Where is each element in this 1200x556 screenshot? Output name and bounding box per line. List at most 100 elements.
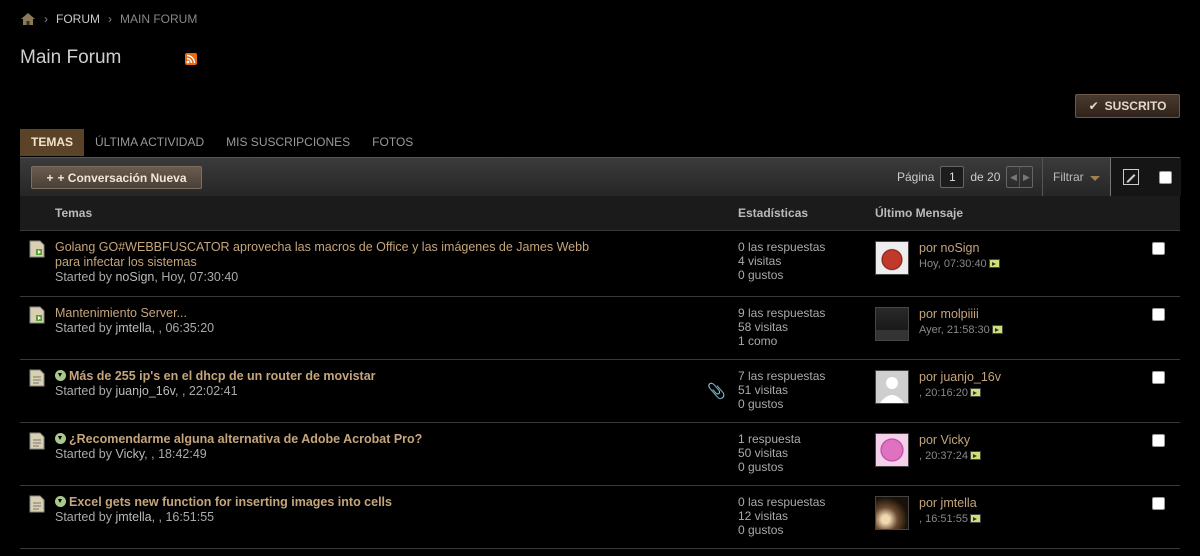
row-checkbox[interactable]	[1152, 242, 1165, 255]
last-message-author[interactable]: por molpiiii	[919, 306, 1003, 322]
last-message-author[interactable]: por noSign	[919, 240, 1000, 256]
filter-label: Filtrar	[1053, 170, 1084, 184]
topic-author[interactable]: jmtella	[115, 321, 151, 335]
topic-author[interactable]: juanjo_16v	[115, 384, 175, 398]
thread-icon	[29, 495, 45, 513]
page-title: Main Forum	[20, 47, 122, 68]
select-all-checkbox[interactable]	[1159, 171, 1172, 184]
topic-stats: 0 las respuestas 12 visitas 0 gustos	[738, 495, 826, 537]
breadcrumb-forum[interactable]: FORUM	[56, 12, 100, 26]
table-row: Mantenimiento Server... Started by jmtel…	[20, 297, 1180, 360]
tab-mis-suscripciones[interactable]: MIS SUSCRIPCIONES	[215, 129, 361, 156]
tab-bar: TEMAS ÚLTIMA ACTIVIDAD MIS SUSCRIPCIONES…	[20, 129, 424, 156]
table-header: Temas Estadísticas Último Mensaje	[20, 196, 1180, 231]
last-message: por Vicky , 20:37:24	[919, 432, 981, 464]
pagination: Página 1 de 20 ◀ ▶	[897, 166, 1034, 188]
new-post-icon	[29, 306, 45, 324]
last-message-author[interactable]: por Vicky	[919, 432, 981, 448]
new-post-icon	[29, 240, 45, 258]
avatar[interactable]	[875, 496, 909, 530]
last-message: por juanjo_16v , 20:16:20	[919, 369, 1001, 401]
topic-cell: Excel gets new function for inserting im…	[55, 495, 615, 525]
subscribed-label: SUSCRITO	[1104, 99, 1167, 113]
column-topics: Temas	[55, 206, 93, 220]
avatar[interactable]	[875, 241, 909, 275]
go-to-last-post-icon[interactable]	[969, 514, 981, 523]
row-checkbox[interactable]	[1152, 497, 1165, 510]
last-message: por noSign Hoy, 07:30:40	[919, 240, 1000, 272]
plus-icon: +	[46, 170, 54, 185]
last-message-author[interactable]: por juanjo_16v	[919, 369, 1001, 385]
prev-page-icon[interactable]: ◀	[1007, 167, 1019, 187]
avatar[interactable]	[875, 370, 909, 404]
topic-cell: ¿Recomendarme alguna alternativa de Adob…	[55, 432, 615, 462]
topic-started: Started by juanjo_16v, , 22:02:41	[55, 384, 238, 398]
topic-cell: Más de 255 ip's en el dhcp de un router …	[55, 369, 615, 399]
row-checkbox[interactable]	[1152, 434, 1165, 447]
avatar[interactable]	[875, 433, 909, 467]
tab-fotos[interactable]: FOTOS	[361, 129, 424, 156]
thread-icon	[29, 369, 45, 387]
table-row: ¿Recomendarme alguna alternativa de Adob…	[20, 423, 1180, 486]
last-message-time: , 20:16:20	[919, 387, 968, 399]
topic-author[interactable]: noSign	[115, 270, 154, 284]
last-message-time: , 20:37:24	[919, 450, 968, 462]
new-conversation-button[interactable]: + + Conversación Nueva	[31, 166, 202, 189]
avatar[interactable]	[875, 307, 909, 341]
topic-author[interactable]: jmtella	[115, 510, 151, 524]
topic-title[interactable]: Golang GO#WEBBFUSCATOR aprovecha las mac…	[55, 240, 615, 270]
row-checkbox[interactable]	[1152, 308, 1165, 321]
tab-ultima-actividad[interactable]: ÚLTIMA ACTIVIDAD	[84, 129, 215, 156]
page-input[interactable]: 1	[940, 166, 965, 188]
edit-controls	[1110, 158, 1181, 196]
last-message-author[interactable]: por jmtella	[919, 495, 981, 511]
unread-arrow-icon[interactable]	[55, 370, 66, 381]
thread-icon	[29, 432, 45, 450]
unread-arrow-icon[interactable]	[55, 433, 66, 444]
go-to-last-post-icon[interactable]	[988, 259, 1000, 268]
topic-title[interactable]: Excel gets new function for inserting im…	[55, 495, 615, 510]
subscribed-button[interactable]: ✔ SUSCRITO	[1075, 94, 1180, 118]
tab-temas[interactable]: TEMAS	[20, 129, 84, 156]
go-to-last-post-icon[interactable]	[969, 388, 981, 397]
topic-started: Started by Vicky, , 18:42:49	[55, 447, 207, 461]
go-to-last-post-icon[interactable]	[969, 451, 981, 460]
topic-stats: 0 las respuestas 4 visitas 0 gustos	[738, 240, 826, 282]
table-row: Excel gets new function for inserting im…	[20, 486, 1180, 549]
topic-toolbar: + + Conversación Nueva Página 1 de 20 ◀ …	[20, 157, 1181, 196]
attachment-icon: 📎	[707, 383, 726, 400]
last-message-time: Hoy, 07:30:40	[919, 258, 987, 270]
page-label: Página	[897, 170, 935, 184]
topic-started: Started by jmtella, , 06:35:20	[55, 321, 215, 335]
topic-stats: 7 las respuestas 51 visitas 0 gustos	[738, 369, 826, 411]
new-conversation-label: + Conversación Nueva	[57, 170, 187, 185]
home-icon[interactable]	[20, 11, 36, 27]
topic-title[interactable]: Mantenimiento Server...	[55, 306, 615, 321]
topic-title[interactable]: Más de 255 ip's en el dhcp de un router …	[55, 369, 615, 384]
filter-dropdown[interactable]: Filtrar	[1053, 158, 1100, 196]
topic-title[interactable]: ¿Recomendarme alguna alternativa de Adob…	[55, 432, 615, 447]
last-message-time: , 16:51:55	[919, 513, 968, 525]
topic-author[interactable]: Vicky	[115, 447, 144, 461]
topic-cell: Golang GO#WEBBFUSCATOR aprovecha las mac…	[55, 240, 615, 285]
topic-cell: Mantenimiento Server... Started by jmtel…	[55, 306, 615, 336]
go-to-last-post-icon[interactable]	[991, 325, 1003, 334]
next-page-icon[interactable]: ▶	[1019, 167, 1032, 187]
topic-stats: 1 respuesta 50 visitas 0 gustos	[738, 432, 801, 474]
last-message: por jmtella , 16:51:55	[919, 495, 981, 527]
column-stats: Estadísticas	[738, 206, 809, 220]
page-arrows: ◀ ▶	[1006, 166, 1034, 188]
check-icon: ✔	[1088, 99, 1099, 113]
rss-icon[interactable]	[185, 53, 197, 65]
chevron-right-icon: ›	[108, 12, 112, 26]
breadcrumb: › FORUM › MAIN FORUM	[20, 11, 197, 27]
chevron-right-icon: ›	[44, 12, 48, 26]
last-message: por molpiiii Ayer, 21:58:30	[919, 306, 1003, 338]
table-row: Más de 255 ip's en el dhcp de un router …	[20, 360, 1180, 423]
column-last-message: Último Mensaje	[875, 206, 964, 220]
unread-arrow-icon[interactable]	[55, 496, 66, 507]
divider	[1042, 158, 1043, 196]
topic-stats: 9 las respuestas 58 visitas 1 como	[738, 306, 826, 348]
row-checkbox[interactable]	[1152, 371, 1165, 384]
edit-icon[interactable]	[1123, 169, 1139, 185]
